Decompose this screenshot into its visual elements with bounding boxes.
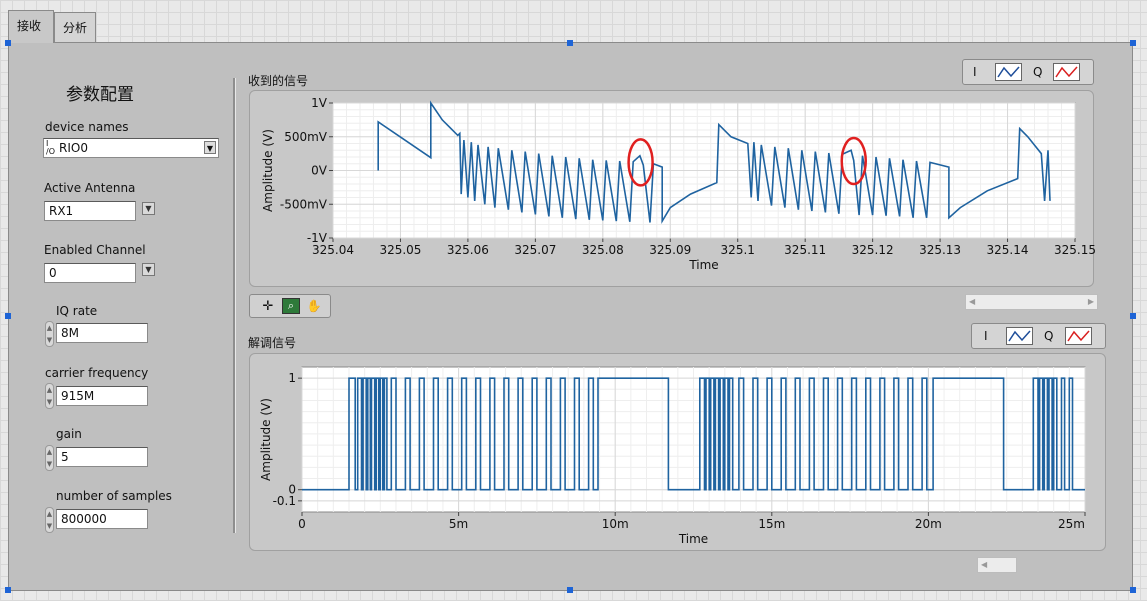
x-tick-label: 325.06 (447, 243, 489, 257)
section-divider (233, 78, 236, 533)
graph2-title: 解调信号 (248, 336, 297, 350)
num-samples-label: number of samples (56, 489, 172, 503)
graph-palette: ✛ ⌕ ✋ (249, 294, 331, 318)
active-antenna-field[interactable]: RX1 (44, 201, 136, 221)
zoom-icon[interactable]: ⌕ (282, 298, 300, 314)
y-tick-label: 500mV (284, 130, 328, 144)
graph2-legend[interactable]: I Q (971, 323, 1106, 349)
device-names-select[interactable]: I/O RIO0 ▼ (43, 138, 219, 158)
x-tick-label: 325.15 (1054, 243, 1095, 257)
x-tick-label: 325.04 (312, 243, 354, 257)
x-tick-label: 25m (1058, 517, 1085, 531)
enabled-channel-label: Enabled Channel (44, 243, 146, 257)
x-tick-label: 325.14 (987, 243, 1029, 257)
graph1-horizontal-scrollbar[interactable]: ◀ ▶ (965, 294, 1098, 310)
device-names-value: RIO0 (59, 141, 88, 155)
gain-stepper[interactable]: ▲ ▼ (45, 445, 54, 471)
legend-i-label: I (984, 329, 988, 343)
enabled-channel-field[interactable]: 0 (44, 263, 136, 283)
tab-analysis-label: 分析 (63, 21, 88, 35)
graph1-title: 收到的信号 (248, 74, 309, 88)
crosshair-icon[interactable]: ✛ (259, 299, 277, 314)
y-tick-label: -0.1 (273, 494, 296, 508)
carrier-frequency-stepper[interactable]: ▲ ▼ (45, 383, 54, 409)
selection-handle[interactable] (567, 587, 573, 593)
device-names-label: device names (45, 120, 129, 134)
q-waveform-icon[interactable] (1065, 327, 1092, 345)
scroll-right-icon[interactable]: ▶ (1088, 295, 1094, 309)
y-tick-label: 1V (311, 96, 328, 110)
x-tick-label: 325.12 (852, 243, 894, 257)
y-tick-label: -1V (307, 231, 328, 245)
x-tick-label: 0 (298, 517, 306, 531)
i-waveform-icon[interactable] (995, 63, 1022, 81)
gain-field[interactable]: 5 (56, 447, 148, 467)
received-signal-graph[interactable]: 325.04 325.05 325.06 325.07 325.08 325.09 325.… (250, 91, 1095, 288)
selection-handle[interactable] (5, 313, 11, 319)
x-tick-label: 325.11 (784, 243, 826, 257)
io-prefix-icon: I/O (46, 139, 55, 156)
y-axis-label: Amplitude (V) (261, 129, 275, 212)
y-tick-label: 1 (288, 371, 296, 385)
pan-hand-icon[interactable]: ✋ (305, 299, 323, 314)
iq-rate-field[interactable]: 8M (56, 323, 148, 343)
carrier-frequency-label: carrier frequency (45, 366, 149, 380)
scroll-left-icon[interactable]: ◀ (969, 295, 975, 309)
selection-handle[interactable] (5, 587, 11, 593)
tab-receive-label: 接收 (17, 19, 42, 33)
x-tick-label: 325.13 (919, 243, 961, 257)
y-tick-label: 0V (311, 164, 328, 178)
x-axis-label: Time (678, 532, 708, 546)
graph1-legend[interactable]: I Q (962, 59, 1094, 85)
x-tick-label: 325.09 (649, 243, 691, 257)
gain-label: gain (56, 427, 82, 441)
config-title: 参数配置 (66, 85, 134, 105)
selection-handle[interactable] (1130, 40, 1136, 46)
scroll-left-icon[interactable]: ◀ (981, 558, 987, 572)
x-tick-label: 325.1 (721, 243, 755, 257)
x-tick-label: 15m (758, 517, 785, 531)
x-tick-label: 325.08 (582, 243, 624, 257)
selection-handle[interactable] (1130, 313, 1136, 319)
legend-i-label: I (973, 65, 977, 79)
x-tick-label: 325.05 (379, 243, 421, 257)
active-antenna-dropdown-icon[interactable]: ▼ (142, 202, 155, 215)
selection-handle[interactable] (5, 40, 11, 46)
num-samples-stepper[interactable]: ▲ ▼ (45, 507, 54, 533)
selection-handle[interactable] (1130, 587, 1136, 593)
legend-q-label: Q (1044, 329, 1054, 343)
legend-q-label: Q (1033, 65, 1043, 79)
i-waveform-icon[interactable] (1006, 327, 1033, 345)
active-antenna-label: Active Antenna (44, 181, 136, 195)
x-tick-label: 5m (449, 517, 468, 531)
graph1-frame: 325.04 325.05 325.06 325.07 325.08 325.09 325.… (249, 90, 1095, 288)
y-axis-label: Amplitude (V) (259, 398, 273, 481)
enabled-channel-dropdown-icon[interactable]: ▼ (142, 263, 155, 276)
x-tick-label: 10m (602, 517, 629, 531)
graph2-frame: 0 5m 10m 15m 20m 25m 1 0 -0.1 Time Amplitude (V) (249, 353, 1106, 551)
x-tick-label: 20m (915, 517, 942, 531)
y-tick-label: -500mV (280, 197, 328, 211)
iq-rate-label: IQ rate (56, 304, 98, 318)
q-waveform-icon[interactable] (1053, 63, 1080, 81)
x-axis-label: Time (688, 258, 718, 272)
demodulated-signal-graph[interactable]: 0 5m 10m 15m 20m 25m10-0.1TimeAmplitude (V) (250, 354, 1107, 552)
carrier-frequency-field[interactable]: 915M (56, 386, 148, 406)
iq-rate-stepper[interactable]: ▲ ▼ (45, 321, 54, 347)
tab-receive[interactable]: 接收 (8, 10, 54, 43)
num-samples-field[interactable]: 800000 (56, 509, 148, 529)
graph2-horizontal-scrollbar[interactable]: ◀ (977, 557, 1017, 573)
chevron-down-icon[interactable]: ▼ (204, 141, 216, 154)
x-tick-label: 325.07 (514, 243, 556, 257)
tab-analysis[interactable]: 分析 (54, 12, 96, 42)
selection-handle[interactable] (567, 40, 573, 46)
